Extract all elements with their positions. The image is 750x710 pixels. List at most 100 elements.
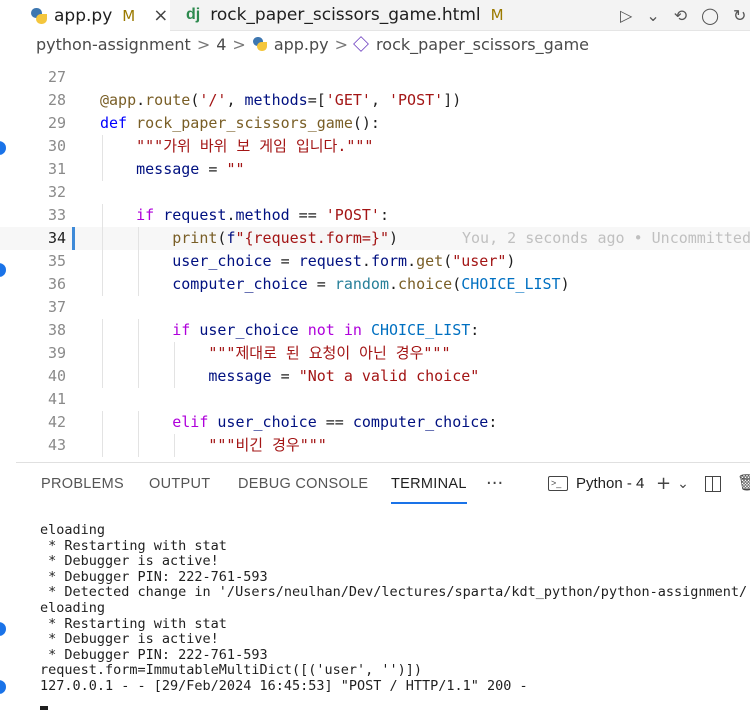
line-number: 34	[47, 229, 66, 247]
code-line[interactable]: 40 message = "Not a valid choice"	[0, 365, 750, 388]
line-number: 41	[47, 390, 66, 408]
line-number: 32	[47, 183, 66, 201]
line-number: 40	[47, 367, 66, 385]
code-line[interactable]: 39 """제대로 된 요청이 아닌 경우"""	[0, 342, 750, 365]
editor-tab-bar: app.py M × dj rock_paper_scissors_game.h…	[0, 0, 750, 31]
editor-actions: ▷ ⌄ ⟲ ◯ ↻	[620, 0, 746, 30]
method-symbol-icon	[353, 36, 369, 52]
bottom-panel: PROBLEMS OUTPUT DEBUG CONSOLE TERMINAL ·…	[16, 462, 750, 710]
compare-icon[interactable]: ⟲	[674, 6, 687, 25]
breadcrumb-folder[interactable]: python-assignment	[36, 35, 191, 54]
breakpoint-marker[interactable]	[0, 680, 6, 694]
terminal-selector[interactable]: >_ Python - 4	[548, 475, 644, 492]
code-line[interactable]: 33 if request.method == 'POST':	[0, 204, 750, 227]
terminal-line: * Debugger is active!	[40, 632, 219, 648]
code-text: """제대로 된 요청이 아닌 경우"""	[208, 344, 451, 362]
code-line[interactable]: 43 """비긴 경우"""	[0, 434, 750, 457]
terminal-line: * Debugger is active!	[40, 554, 219, 570]
breakpoint-marker[interactable]	[0, 622, 6, 636]
line-number: 42	[47, 413, 66, 431]
run-dropdown-icon[interactable]: ⌄	[646, 6, 659, 25]
terminal-line: eloading	[40, 523, 106, 538]
git-blame-annotation: You, 2 seconds ago • Uncommitted	[462, 229, 750, 247]
line-number: 43	[47, 436, 66, 454]
tab-terminal[interactable]: TERMINAL	[391, 476, 467, 504]
terminal-name: Python - 4	[576, 475, 645, 492]
code-text: """가위 바위 보 게임 입니다."""	[136, 137, 374, 155]
code-editor[interactable]: 27 28 @app.route('/', methods=['GET', 'POS…	[0, 66, 750, 460]
code-line[interactable]: 29 def rock_paper_scissors_game():	[0, 112, 750, 135]
code-text: elif user_choice == computer_choice:	[172, 413, 498, 431]
terminal-output[interactable]: eloading * Restarting with stat * Debugg…	[40, 523, 750, 710]
line-number: 31	[47, 160, 66, 178]
breadcrumb-file[interactable]: app.py	[274, 35, 329, 54]
add-terminal-icon[interactable]: +	[656, 473, 671, 494]
line-number: 35	[47, 252, 66, 270]
run-icon[interactable]: ▷	[620, 6, 632, 25]
tab-output[interactable]: OUTPUT	[149, 476, 210, 492]
python-file-icon	[30, 7, 48, 25]
modified-badge: M	[490, 6, 504, 24]
terminal-line: * Detected change in '/Users/neulhan/Dev…	[40, 585, 748, 601]
circle-icon[interactable]: ◯	[701, 6, 719, 25]
terminal-line: 127.0.0.1 - - [29/Feb/2024 16:45:53] "PO…	[40, 678, 528, 694]
code-line[interactable]: 38 if user_choice not in CHOICE_LIST:	[0, 319, 750, 342]
line-number: 37	[47, 298, 66, 316]
line-number: 33	[47, 206, 66, 224]
close-tab-icon[interactable]: ×	[153, 5, 168, 26]
code-text: if user_choice not in CHOICE_LIST:	[172, 321, 480, 339]
chevron-right-icon: >	[232, 34, 246, 54]
tab-label: rock_paper_scissors_game.html	[210, 5, 481, 25]
revert-icon[interactable]: ↻	[733, 6, 746, 25]
code-line[interactable]: 37	[0, 296, 750, 319]
django-template-icon: dj	[186, 6, 201, 23]
split-terminal-icon[interactable]	[704, 476, 721, 492]
terminal-line: * Restarting with stat	[40, 538, 227, 554]
breadcrumb-subfolder[interactable]: 4	[216, 35, 226, 54]
tab-rock-paper-scissors-html[interactable]: dj rock_paper_scissors_game.html M	[172, 0, 504, 30]
python-file-icon	[252, 36, 268, 52]
line-number: 38	[47, 321, 66, 339]
code-line[interactable]: 28 @app.route('/', methods=['GET', 'POST'…	[0, 89, 750, 112]
line-number: 28	[47, 91, 66, 109]
terminal-cursor	[40, 706, 48, 710]
tab-problems[interactable]: PROBLEMS	[41, 476, 124, 492]
terminal-prompt[interactable]	[40, 695, 750, 710]
chevron-right-icon: >	[196, 34, 211, 54]
panel-tabs: PROBLEMS OUTPUT DEBUG CONSOLE TERMINAL ·…	[16, 463, 750, 507]
trash-icon[interactable]: 🗑	[737, 473, 750, 494]
code-text: user_choice = request.form.get("user")	[172, 252, 516, 270]
panel-actions: + ⌄ 🗑	[656, 473, 750, 494]
tab-app-py[interactable]: app.py M ×	[0, 0, 170, 31]
code-text: message = ""	[136, 160, 245, 178]
code-text: @app.route('/', methods=['GET', 'POST'])	[100, 91, 462, 109]
code-line[interactable]: 32	[0, 181, 750, 204]
current-line-indicator	[72, 227, 75, 250]
line-number: 27	[47, 68, 66, 86]
chevron-right-icon: >	[334, 34, 349, 54]
breadcrumb: python-assignment > 4 > app.py > rock_pa…	[36, 33, 589, 55]
code-line[interactable]: 41	[0, 388, 750, 411]
code-line[interactable]: 30 """가위 바위 보 게임 입니다."""	[0, 135, 750, 158]
modified-badge: M	[122, 6, 136, 25]
more-icon[interactable]: ···	[486, 473, 503, 494]
chevron-down-icon[interactable]: ⌄	[677, 476, 689, 494]
code-line[interactable]: 31 message = ""	[0, 158, 750, 181]
terminal-line: request.form=ImmutableMultiDict([('user'…	[40, 663, 423, 679]
code-line[interactable]: 35 user_choice = request.form.get("user"…	[0, 250, 750, 273]
code-text: computer_choice = random.choice(CHOICE_L…	[172, 275, 570, 293]
terminal-line: * Restarting with stat	[40, 616, 227, 632]
code-line[interactable]: 42 elif user_choice == computer_choice:	[0, 411, 750, 434]
code-line[interactable]: 27	[0, 66, 750, 89]
tab-label: app.py	[54, 5, 113, 26]
terminal-icon: >_	[548, 476, 568, 491]
code-line[interactable]: 36 computer_choice = random.choice(CHOIC…	[0, 273, 750, 296]
code-text: message = "Not a valid choice"	[208, 367, 480, 385]
line-number: 39	[47, 344, 66, 362]
code-text: def rock_paper_scissors_game():	[100, 114, 380, 132]
line-number: 30	[47, 137, 66, 155]
terminal-line: eloading	[40, 600, 106, 616]
code-line[interactable]: 34 print(f"{request.form=}") You, 2 secon…	[0, 227, 750, 250]
tab-debug-console[interactable]: DEBUG CONSOLE	[238, 476, 368, 492]
breadcrumb-symbol[interactable]: rock_paper_scissors_game	[376, 35, 589, 54]
